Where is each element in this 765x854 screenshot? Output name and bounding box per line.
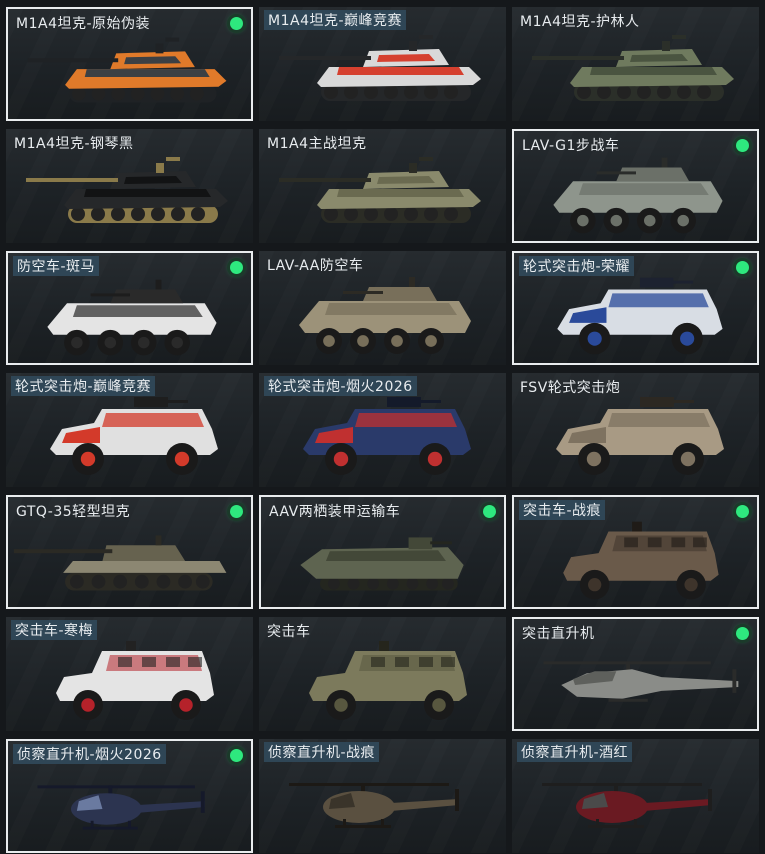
vehicle-card[interactable]: AAV两栖装甲运输车 [259, 495, 506, 609]
vehicle-card[interactable]: 轮式突击炮-巅峰竞赛 [6, 373, 253, 487]
owned-indicator-icon [483, 505, 496, 518]
vehicle-name: 突击车 [267, 624, 311, 640]
vehicle-name: 突击车-寒梅 [11, 620, 98, 640]
vehicle-image [259, 759, 506, 851]
vehicle-image [6, 393, 253, 485]
vehicle-card[interactable]: 突击车 [259, 617, 506, 731]
vehicle-name: 侦察直升机-战痕 [264, 742, 380, 762]
vehicle-image [8, 273, 251, 363]
vehicle-image [8, 517, 251, 607]
vehicle-card[interactable]: 突击车-寒梅 [6, 617, 253, 731]
vehicle-image [514, 517, 757, 607]
vehicle-name: LAV-G1步战车 [522, 138, 620, 154]
vehicle-image [8, 761, 251, 851]
owned-indicator-icon [230, 505, 243, 518]
vehicle-image [259, 637, 506, 729]
owned-indicator-icon [736, 627, 749, 640]
vehicle-name: M1A4坦克-原始伪装 [16, 16, 151, 32]
owned-indicator-icon [736, 139, 749, 152]
vehicle-image [512, 393, 759, 485]
vehicle-name: 侦察直升机-烟火2026 [13, 744, 166, 764]
vehicle-image [261, 517, 504, 607]
vehicle-card[interactable]: 侦察直升机-战痕 [259, 739, 506, 853]
vehicle-card[interactable]: M1A4坦克-原始伪装 [6, 7, 253, 121]
vehicle-name: M1A4坦克-巅峰竞赛 [264, 10, 407, 30]
vehicle-grid: M1A4坦克-原始伪装 M1A4坦克-巅峰竞赛 M1A4坦克-护林人 M1A4坦… [0, 0, 765, 854]
vehicle-card[interactable]: LAV-AA防空车 [259, 251, 506, 365]
vehicle-image [512, 27, 759, 119]
vehicle-image [514, 151, 757, 241]
vehicle-card[interactable]: 轮式突击炮-荣耀 [512, 251, 759, 365]
vehicle-name: AAV两栖装甲运输车 [269, 504, 401, 520]
vehicle-image [259, 393, 506, 485]
vehicle-image [8, 29, 251, 119]
owned-indicator-icon [230, 749, 243, 762]
vehicle-name: 轮式突击炮-巅峰竞赛 [11, 376, 156, 396]
vehicle-card[interactable]: 侦察直升机-烟火2026 [6, 739, 253, 853]
vehicle-card[interactable]: M1A4主战坦克 [259, 129, 506, 243]
vehicle-name: M1A4主战坦克 [267, 136, 367, 152]
vehicle-name: FSV轮式突击炮 [520, 380, 621, 396]
vehicle-card[interactable]: 轮式突击炮-烟火2026 [259, 373, 506, 487]
vehicle-image [514, 639, 757, 729]
vehicle-image [259, 271, 506, 363]
vehicle-image [514, 273, 757, 363]
vehicle-card[interactable]: M1A4坦克-巅峰竞赛 [259, 7, 506, 121]
vehicle-image [512, 759, 759, 851]
vehicle-image [6, 149, 253, 241]
vehicle-name: 侦察直升机-酒红 [517, 742, 633, 762]
vehicle-name: GTQ-35轻型坦克 [16, 504, 131, 520]
vehicle-image [259, 149, 506, 241]
vehicle-name: 突击车-战痕 [519, 500, 606, 520]
vehicle-name: 防空车-斑马 [13, 256, 100, 276]
vehicle-image [259, 27, 506, 119]
vehicle-card[interactable]: GTQ-35轻型坦克 [6, 495, 253, 609]
owned-indicator-icon [736, 261, 749, 274]
vehicle-name: 轮式突击炮-烟火2026 [264, 376, 417, 396]
vehicle-card[interactable]: 防空车-斑马 [6, 251, 253, 365]
vehicle-card[interactable]: FSV轮式突击炮 [512, 373, 759, 487]
vehicle-name: M1A4坦克-钢琴黑 [14, 136, 134, 152]
vehicle-name: LAV-AA防空车 [267, 258, 364, 274]
vehicle-image [6, 637, 253, 729]
vehicle-card[interactable]: LAV-G1步战车 [512, 129, 759, 243]
vehicle-card[interactable]: M1A4坦克-钢琴黑 [6, 129, 253, 243]
vehicle-name: M1A4坦克-护林人 [520, 14, 640, 30]
vehicle-card[interactable]: 突击车-战痕 [512, 495, 759, 609]
vehicle-card[interactable]: M1A4坦克-护林人 [512, 7, 759, 121]
vehicle-card[interactable]: 侦察直升机-酒红 [512, 739, 759, 853]
owned-indicator-icon [736, 505, 749, 518]
vehicle-card[interactable]: 突击直升机 [512, 617, 759, 731]
vehicle-name: 突击直升机 [522, 626, 595, 642]
owned-indicator-icon [230, 261, 243, 274]
vehicle-name: 轮式突击炮-荣耀 [519, 256, 635, 276]
owned-indicator-icon [230, 17, 243, 30]
